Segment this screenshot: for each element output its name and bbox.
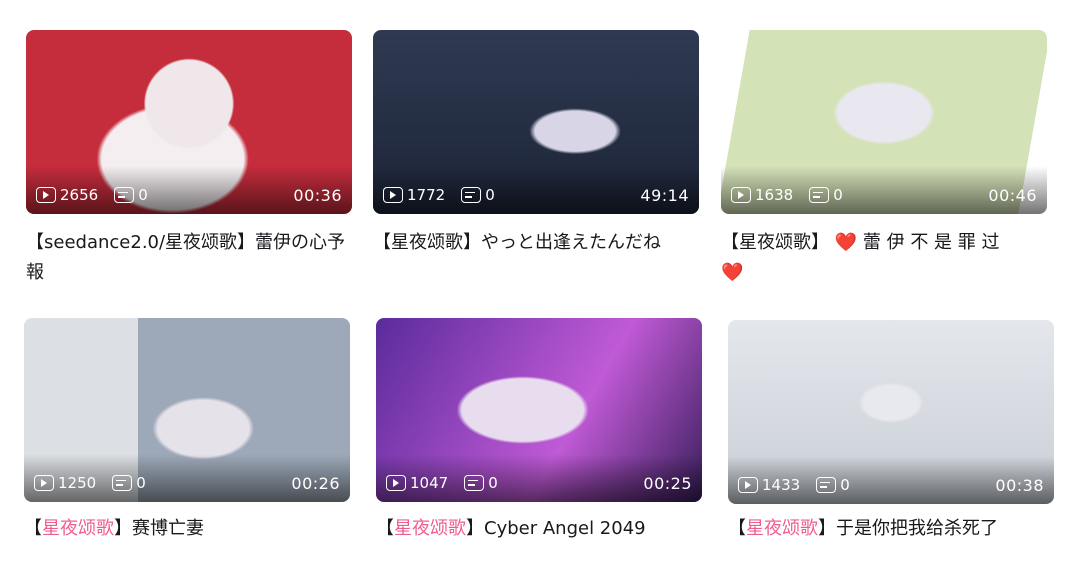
title-text: 】Cyber Angel 2049 (466, 518, 646, 539)
video-title[interactable]: 【星夜颂歌】 ❤️ 蕾 伊 不 是 罪 过 ❤️ (721, 228, 1051, 288)
title-text: 【seedance2.0/星夜颂歌】蕾伊の心予報 (26, 232, 346, 283)
title-bracket: 【 (728, 518, 746, 539)
video-title[interactable]: 【星夜颂歌】やっと出逢えたんだね (373, 228, 703, 258)
video-thumbnail[interactable]: 1250 0 00:26 (24, 318, 350, 502)
title-suffix: 蕾 伊 不 是 罪 过 (862, 232, 1000, 253)
video-duration: 00:25 (643, 473, 692, 493)
title-tag-highlight: 星夜颂歌 (746, 518, 818, 539)
view-count: 2656 (60, 186, 99, 204)
video-thumbnail[interactable]: 1047 0 00:25 (376, 318, 702, 502)
video-thumbnail[interactable]: 1772 0 49:14 (373, 30, 699, 214)
play-count-icon (36, 187, 56, 203)
title-text: 【星夜颂歌】 (721, 232, 829, 253)
view-count: 1772 (407, 186, 446, 204)
danmaku-count-icon (114, 187, 135, 203)
danmaku-count: 0 (833, 186, 843, 204)
view-count: 1047 (410, 474, 449, 492)
danmaku-count: 0 (488, 474, 498, 492)
video-duration: 00:46 (988, 185, 1037, 205)
play-count-icon (34, 475, 54, 491)
view-count: 1250 (58, 474, 97, 492)
play-count-icon (386, 475, 406, 491)
title-tag-highlight: 星夜颂歌 (42, 518, 114, 539)
danmaku-count: 0 (138, 186, 148, 204)
video-thumbnail[interactable]: 1433 0 00:38 (728, 320, 1054, 504)
danmaku-count-icon (809, 187, 830, 203)
danmaku-count-icon (464, 475, 485, 491)
video-thumbnail[interactable]: 2656 0 00:36 (26, 30, 352, 214)
danmaku-count: 0 (485, 186, 495, 204)
heart-emoji: ❤️ (721, 262, 744, 283)
video-thumbnail[interactable]: 1638 0 00:46 (721, 30, 1047, 214)
danmaku-count-icon (112, 475, 133, 491)
title-text: 】于是你把我给杀死了 (818, 518, 998, 539)
danmaku-count-icon (461, 187, 482, 203)
danmaku-count-icon (816, 477, 837, 493)
video-title[interactable]: 【星夜颂歌】Cyber Angel 2049 (376, 514, 706, 544)
title-bracket: 【 (24, 518, 42, 539)
video-stats: 1433 0 00:38 (738, 474, 1044, 496)
video-stats: 2656 0 00:36 (36, 184, 342, 206)
title-bracket: 【 (376, 518, 394, 539)
view-count: 1638 (755, 186, 794, 204)
danmaku-count: 0 (840, 476, 850, 494)
play-count-icon (738, 477, 758, 493)
title-text: 】赛博亡妻 (114, 518, 204, 539)
video-stats: 1047 0 00:25 (386, 472, 692, 494)
heart-emoji: ❤️ (834, 232, 858, 253)
video-duration: 00:26 (291, 473, 340, 493)
danmaku-count: 0 (136, 474, 146, 492)
play-count-icon (383, 187, 403, 203)
video-stats: 1638 0 00:46 (731, 184, 1037, 206)
video-duration: 00:36 (293, 185, 342, 205)
video-duration: 49:14 (640, 185, 689, 205)
video-title[interactable]: 【星夜颂歌】赛博亡妻 (24, 514, 354, 544)
video-title[interactable]: 【星夜颂歌】于是你把我给杀死了 (728, 514, 1058, 544)
video-stats: 1250 0 00:26 (34, 472, 340, 494)
title-text: 【星夜颂歌】やっと出逢えたんだね (373, 232, 661, 253)
video-duration: 00:38 (995, 475, 1044, 495)
play-count-icon (731, 187, 751, 203)
video-stats: 1772 0 49:14 (383, 184, 689, 206)
view-count: 1433 (762, 476, 801, 494)
video-title[interactable]: 【seedance2.0/星夜颂歌】蕾伊の心予報 (26, 228, 356, 288)
title-tag-highlight: 星夜颂歌 (394, 518, 466, 539)
